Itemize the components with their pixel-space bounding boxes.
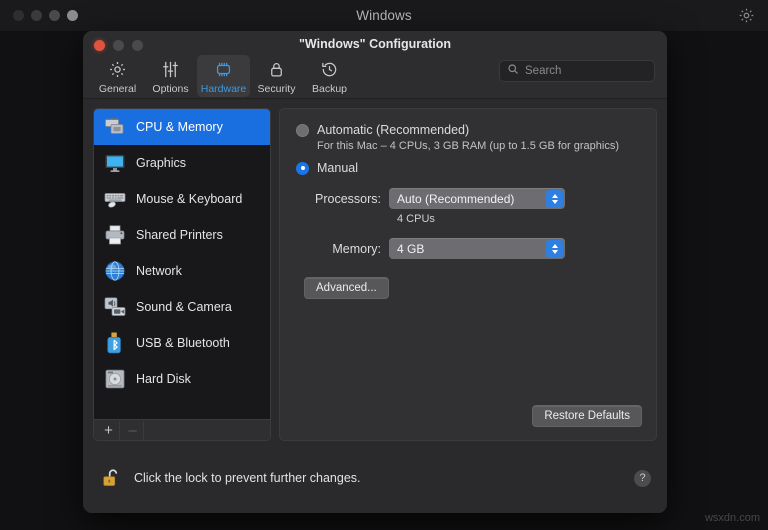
content-panel: Automatic (Recommended) For this Mac – 4… — [279, 108, 657, 441]
gear-icon[interactable] — [738, 7, 755, 24]
sidebar-item-graphics[interactable]: Graphics — [94, 145, 270, 181]
cpu-count-note: 4 CPUs — [397, 213, 435, 225]
sidebar-item-label: Network — [136, 264, 182, 278]
window-body: CPU & Memory Graphics Mouse & Keyboard S… — [83, 99, 667, 513]
sidebar-item-label: Graphics — [136, 156, 187, 170]
toolbar: General Options Hardware Security Backup — [91, 55, 356, 97]
memory-select[interactable]: 4 GB — [389, 238, 565, 259]
chevron-updown-icon[interactable] — [546, 189, 563, 208]
sidebar: CPU & Memory Graphics Mouse & Keyboard S… — [93, 108, 271, 441]
sidebar-item-usb-bluetooth[interactable]: USB & Bluetooth — [94, 325, 270, 361]
sidebar-item-hard-disk[interactable]: Hard Disk — [94, 361, 270, 397]
cpu-chip-icon — [214, 59, 233, 80]
memory-chip-icon — [103, 115, 127, 139]
desktop-title: Windows — [356, 8, 412, 23]
tab-label: Hardware — [200, 83, 247, 95]
memory-value: 4 GB — [397, 241, 425, 256]
sidebar-item-mouse-keyboard[interactable]: Mouse & Keyboard — [94, 181, 270, 217]
sidebar-item-label: Hard Disk — [136, 372, 191, 386]
automatic-radio[interactable] — [296, 123, 309, 137]
tab-options[interactable]: Options — [144, 55, 197, 97]
keyboard-icon — [103, 187, 127, 211]
search-field[interactable]: Search — [499, 60, 655, 82]
memory-row: Memory: 4 GB — [296, 238, 640, 259]
lock-icon — [267, 59, 286, 80]
restore-defaults-button[interactable]: Restore Defaults — [532, 405, 642, 427]
desktop-menu-bar: Windows — [0, 0, 768, 31]
sidebar-item-label: USB & Bluetooth — [136, 336, 230, 350]
memory-label: Memory: — [332, 241, 381, 256]
globe-icon — [103, 259, 127, 283]
automatic-option[interactable]: Automatic (Recommended) — [296, 123, 640, 137]
chevron-updown-icon[interactable] — [546, 239, 563, 258]
speaker-camera-icon — [103, 295, 127, 319]
automatic-label: Automatic (Recommended) — [317, 123, 470, 137]
lock-hint-text: Click the lock to prevent further change… — [134, 471, 361, 485]
automatic-description: For this Mac – 4 CPUs, 3 GB RAM (up to 1… — [317, 140, 619, 152]
sidebar-item-network[interactable]: Network — [94, 253, 270, 289]
sidebar-footer: + – — [94, 419, 270, 440]
panes: CPU & Memory Graphics Mouse & Keyboard S… — [93, 108, 657, 441]
sidebar-item-label: CPU & Memory — [136, 120, 223, 134]
add-device-button[interactable]: + — [98, 420, 120, 440]
unlocked-padlock-icon[interactable] — [101, 466, 123, 490]
configuration-window: "Windows" Configuration General Options … — [83, 31, 667, 513]
sidebar-list: CPU & Memory Graphics Mouse & Keyboard S… — [94, 109, 270, 419]
tab-label: General — [98, 83, 137, 95]
tab-hardware[interactable]: Hardware — [197, 55, 250, 97]
manual-option[interactable]: Manual — [296, 161, 640, 175]
help-button[interactable]: ? — [634, 469, 651, 487]
sidebar-item-cpu-memory[interactable]: CPU & Memory — [94, 109, 270, 145]
search-icon — [507, 62, 519, 80]
gear-icon — [108, 59, 127, 80]
printer-icon — [103, 223, 127, 247]
window-title: "Windows" Configuration — [299, 37, 451, 51]
search-placeholder: Search — [525, 65, 562, 77]
remove-device-button[interactable]: – — [122, 420, 144, 440]
window-titlebar: "Windows" Configuration General Options … — [83, 31, 667, 99]
sidebar-item-shared-printers[interactable]: Shared Printers — [94, 217, 270, 253]
sidebar-item-label: Sound & Camera — [136, 300, 232, 314]
usb-bluetooth-icon — [103, 331, 127, 355]
processors-label: Processors: — [315, 191, 381, 206]
tab-label: Security — [257, 83, 296, 95]
processors-row: Processors: Auto (Recommended) — [296, 188, 640, 209]
clock-back-icon — [320, 59, 339, 80]
tab-general[interactable]: General — [91, 55, 144, 97]
processors-select[interactable]: Auto (Recommended) — [389, 188, 565, 209]
sidebar-item-sound-camera[interactable]: Sound & Camera — [94, 289, 270, 325]
screen: Windows "Windows" Configuration General … — [0, 0, 768, 530]
watermark: wsxdn.com — [704, 512, 760, 524]
sidebar-item-label: Shared Printers — [136, 228, 223, 242]
processors-value: Auto (Recommended) — [397, 191, 515, 206]
tab-label: Options — [152, 83, 189, 95]
window-footer: Click the lock to prevent further change… — [83, 449, 667, 513]
manual-radio[interactable] — [296, 161, 309, 175]
sidebar-item-label: Mouse & Keyboard — [136, 192, 243, 206]
tab-security[interactable]: Security — [250, 55, 303, 97]
tab-label: Backup — [311, 83, 348, 95]
sliders-icon — [161, 59, 180, 80]
hard-disk-icon — [103, 367, 127, 391]
tab-backup[interactable]: Backup — [303, 55, 356, 97]
manual-label: Manual — [317, 161, 358, 175]
advanced-button[interactable]: Advanced... — [304, 277, 389, 299]
display-icon — [103, 151, 127, 175]
